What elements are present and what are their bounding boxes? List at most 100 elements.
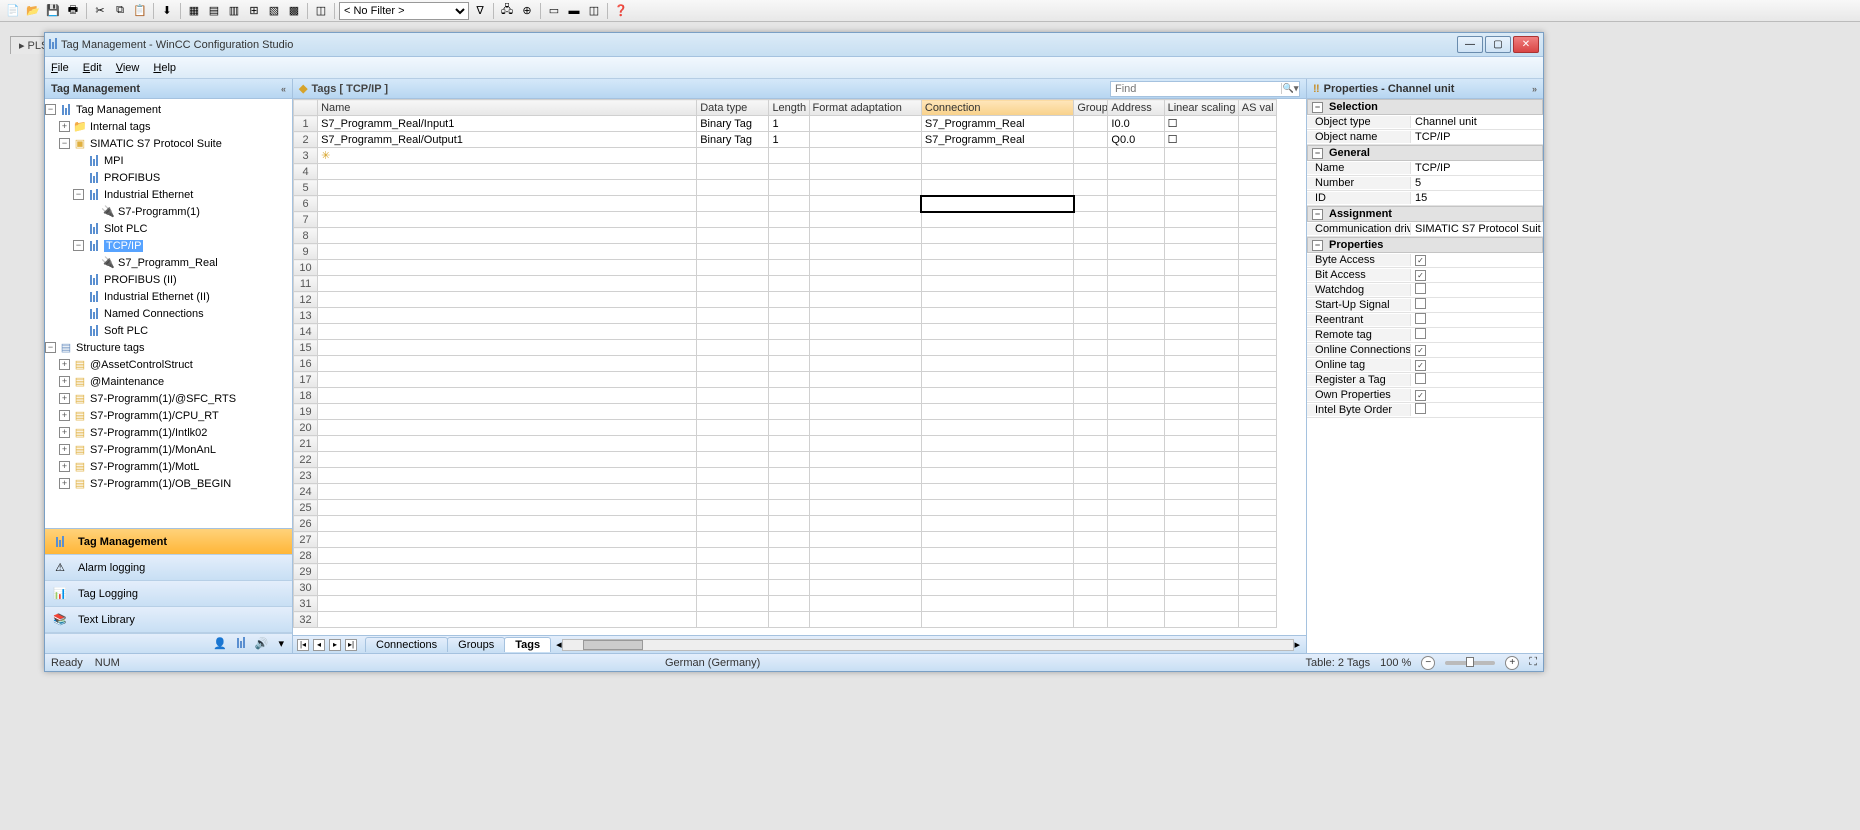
zoom-in-button[interactable]: + bbox=[1505, 656, 1519, 670]
cut-icon[interactable]: ✂ bbox=[91, 2, 109, 20]
cell[interactable] bbox=[697, 500, 769, 516]
cell[interactable] bbox=[921, 260, 1073, 276]
tree-item[interactable]: MPI bbox=[45, 152, 292, 169]
cell[interactable] bbox=[1164, 148, 1238, 164]
tree-item[interactable]: −Industrial Ethernet bbox=[45, 186, 292, 203]
cell[interactable] bbox=[1164, 276, 1238, 292]
cell[interactable] bbox=[1238, 308, 1276, 324]
cell[interactable] bbox=[697, 532, 769, 548]
cell[interactable] bbox=[809, 580, 921, 596]
cell[interactable] bbox=[697, 356, 769, 372]
cell[interactable] bbox=[318, 612, 697, 628]
cell[interactable] bbox=[1108, 452, 1164, 468]
prop-row[interactable]: Reentrant bbox=[1307, 313, 1543, 328]
tree-toggle-icon[interactable]: + bbox=[59, 427, 70, 438]
cell[interactable] bbox=[809, 260, 921, 276]
cell[interactable] bbox=[697, 212, 769, 228]
collapse-left-icon[interactable]: « bbox=[281, 84, 286, 94]
cell[interactable] bbox=[769, 420, 809, 436]
tree-item[interactable]: Soft PLC bbox=[45, 322, 292, 339]
tree-item[interactable]: Named Connections bbox=[45, 305, 292, 322]
prop-section[interactable]: −Assignment bbox=[1307, 206, 1543, 222]
prop-val[interactable]: TCP/IP bbox=[1411, 131, 1543, 143]
cell[interactable] bbox=[1108, 564, 1164, 580]
cell[interactable] bbox=[1164, 596, 1238, 612]
layout1-icon[interactable]: ▭ bbox=[545, 2, 563, 20]
cell[interactable] bbox=[809, 404, 921, 420]
cell[interactable] bbox=[769, 500, 809, 516]
cell[interactable] bbox=[921, 532, 1073, 548]
prop-section[interactable]: −General bbox=[1307, 145, 1543, 161]
checkbox[interactable] bbox=[1415, 328, 1426, 339]
cell[interactable] bbox=[921, 148, 1073, 164]
titlebar[interactable]: Tag Management - WinCC Configuration Stu… bbox=[45, 33, 1543, 57]
cell[interactable] bbox=[1164, 468, 1238, 484]
cell[interactable] bbox=[769, 244, 809, 260]
prop-val[interactable] bbox=[1411, 298, 1543, 312]
cell[interactable] bbox=[1164, 452, 1238, 468]
prop-val[interactable]: Channel unit bbox=[1411, 116, 1543, 128]
prop-section[interactable]: −Properties bbox=[1307, 237, 1543, 253]
cell[interactable] bbox=[1238, 404, 1276, 420]
property-table[interactable]: −SelectionObject typeChannel unitObject … bbox=[1307, 99, 1543, 653]
cell[interactable] bbox=[1074, 132, 1108, 148]
expand-icon[interactable]: ⛶ bbox=[1529, 656, 1537, 669]
cell[interactable] bbox=[921, 548, 1073, 564]
tree-item[interactable]: Slot PLC bbox=[45, 220, 292, 237]
cell[interactable] bbox=[921, 580, 1073, 596]
col-datatype[interactable]: Data type bbox=[697, 100, 769, 116]
cell[interactable] bbox=[921, 372, 1073, 388]
grid2-icon[interactable]: ▤ bbox=[205, 2, 223, 20]
cell[interactable] bbox=[1164, 340, 1238, 356]
section-toggle-icon[interactable]: − bbox=[1312, 148, 1323, 159]
cell[interactable] bbox=[1108, 324, 1164, 340]
cell[interactable] bbox=[318, 340, 697, 356]
cell[interactable] bbox=[1108, 228, 1164, 244]
checkbox[interactable] bbox=[1415, 283, 1426, 294]
cell[interactable] bbox=[318, 292, 697, 308]
prop-row[interactable]: Online tag✓ bbox=[1307, 358, 1543, 373]
cell[interactable] bbox=[1238, 132, 1276, 148]
cell[interactable] bbox=[809, 484, 921, 500]
checkbox[interactable]: ✓ bbox=[1415, 390, 1426, 401]
row-header[interactable]: 25 bbox=[294, 500, 318, 516]
tree-toggle-icon[interactable]: − bbox=[45, 342, 56, 353]
cell[interactable] bbox=[697, 148, 769, 164]
prop-row[interactable]: Intel Byte Order bbox=[1307, 403, 1543, 418]
tree-item[interactable]: +▤S7-Programm(1)/@SFC_RTS bbox=[45, 390, 292, 407]
cell[interactable] bbox=[921, 420, 1073, 436]
cell[interactable] bbox=[697, 164, 769, 180]
cell[interactable] bbox=[1074, 164, 1108, 180]
cell[interactable]: 1 bbox=[769, 132, 809, 148]
nav-last-icon[interactable]: ▸| bbox=[345, 639, 357, 651]
tree-item[interactable]: −▤Structure tags bbox=[45, 339, 292, 356]
cell[interactable] bbox=[1238, 212, 1276, 228]
find-box[interactable]: 🔍▾ bbox=[1110, 81, 1300, 97]
cell[interactable] bbox=[318, 356, 697, 372]
checkbox[interactable]: ✓ bbox=[1415, 360, 1426, 371]
cell[interactable] bbox=[921, 516, 1073, 532]
cell[interactable] bbox=[769, 516, 809, 532]
cell[interactable] bbox=[318, 164, 697, 180]
cell[interactable] bbox=[1074, 452, 1108, 468]
cell[interactable] bbox=[697, 468, 769, 484]
cell[interactable] bbox=[1074, 372, 1108, 388]
cell[interactable] bbox=[1238, 180, 1276, 196]
cell[interactable] bbox=[697, 612, 769, 628]
prop-val[interactable]: ✓ bbox=[1411, 254, 1543, 266]
cell[interactable] bbox=[1108, 212, 1164, 228]
sheet-tab-connections[interactable]: Connections bbox=[365, 637, 448, 652]
cell[interactable] bbox=[697, 196, 769, 212]
cell[interactable] bbox=[1074, 516, 1108, 532]
tree-item[interactable]: +▤S7-Programm(1)/CPU_RT bbox=[45, 407, 292, 424]
cell[interactable] bbox=[1108, 356, 1164, 372]
tree-item[interactable]: +📁Internal tags bbox=[45, 118, 292, 135]
minimize-button[interactable]: — bbox=[1457, 36, 1483, 53]
nav-tag-management[interactable]: Tag Management bbox=[45, 529, 292, 555]
cell[interactable] bbox=[1108, 548, 1164, 564]
cell[interactable] bbox=[318, 484, 697, 500]
row-header[interactable]: 28 bbox=[294, 548, 318, 564]
prop-val[interactable]: ✓ bbox=[1411, 359, 1543, 371]
cell[interactable]: ✳ bbox=[318, 148, 697, 164]
scroll-right-icon[interactable]: ▸ bbox=[1294, 638, 1300, 651]
